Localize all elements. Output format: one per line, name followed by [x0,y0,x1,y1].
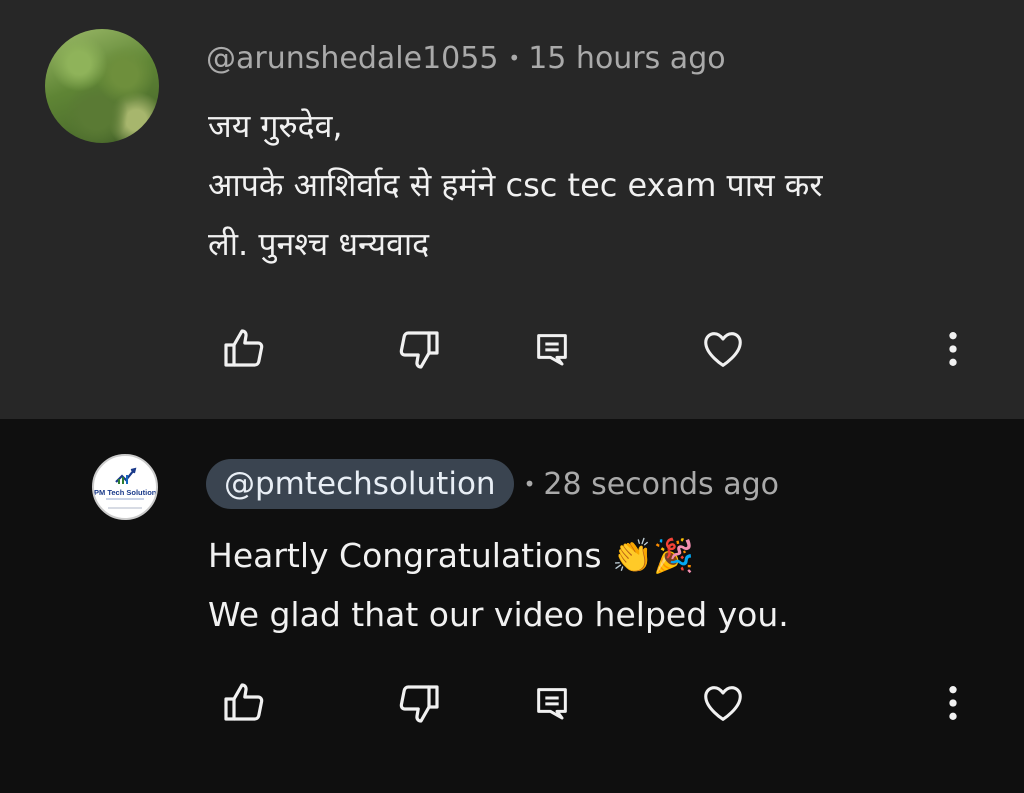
channel-avatar[interactable]: PM Tech Solution [92,454,158,520]
comment-time: 28 seconds ago [543,466,780,502]
more-vertical-icon [949,686,957,720]
comment-thread-1: @arunshedale1055 • 15 hours ago जय गुरुद… [0,0,1024,419]
reply-button[interactable] [522,319,582,379]
thumb-up-icon [224,329,264,367]
comment-actions [0,319,1024,379]
like-button[interactable] [214,319,274,379]
logo-tagline [106,498,144,500]
comment-text: Heartly Congratulations 👏🎉 We glad that … [208,526,968,644]
dislike-button[interactable] [389,673,449,733]
logo-url [108,507,142,509]
more-options-button[interactable] [923,673,983,733]
like-button[interactable] [214,673,274,733]
comment-line: We glad that our video helped you. [208,595,789,634]
thumb-down-icon [399,685,439,723]
heart-button[interactable] [693,319,753,379]
comment-actions [0,673,1024,733]
comment-line: जय गुरुदेव, [208,107,343,145]
comment-text: जय गुरुदेव, आपके आशिर्वाद से हमंने csc t… [208,97,988,274]
comment-line: आपके आशिर्वाद से हमंने csc tec exam पास … [208,166,823,204]
separator-dot: • [523,472,536,496]
comment-author[interactable]: @arunshedale1055 [206,41,498,76]
user-avatar[interactable] [45,29,159,143]
comment-meta: @arunshedale1055 • 15 hours ago [206,36,726,80]
comment-line: ली. पुनश्च धन्यवाद [208,225,430,263]
comment-line: Heartly Congratulations 👏🎉 [208,536,695,575]
channel-logo-text: PM Tech Solution [94,488,157,497]
more-vertical-icon [949,332,957,366]
heart-icon [704,332,742,367]
comment-author-creator[interactable]: @pmtechsolution [206,459,514,509]
dislike-button[interactable] [389,319,449,379]
reply-button[interactable] [522,673,582,733]
comment-time: 15 hours ago [528,40,726,76]
heart-icon [704,686,742,721]
reply-icon [537,334,567,366]
heart-button[interactable] [693,673,753,733]
more-options-button[interactable] [923,319,983,379]
thumb-down-icon [399,331,439,369]
comment-thread-2: PM Tech Solution @pmtechsolution • 28 se… [0,419,1024,793]
separator-dot: • [508,46,521,70]
comment-meta: @pmtechsolution • 28 seconds ago [206,459,779,509]
channel-logo: PM Tech Solution [94,456,156,518]
reply-icon [537,688,567,720]
thumb-up-icon [224,683,264,721]
